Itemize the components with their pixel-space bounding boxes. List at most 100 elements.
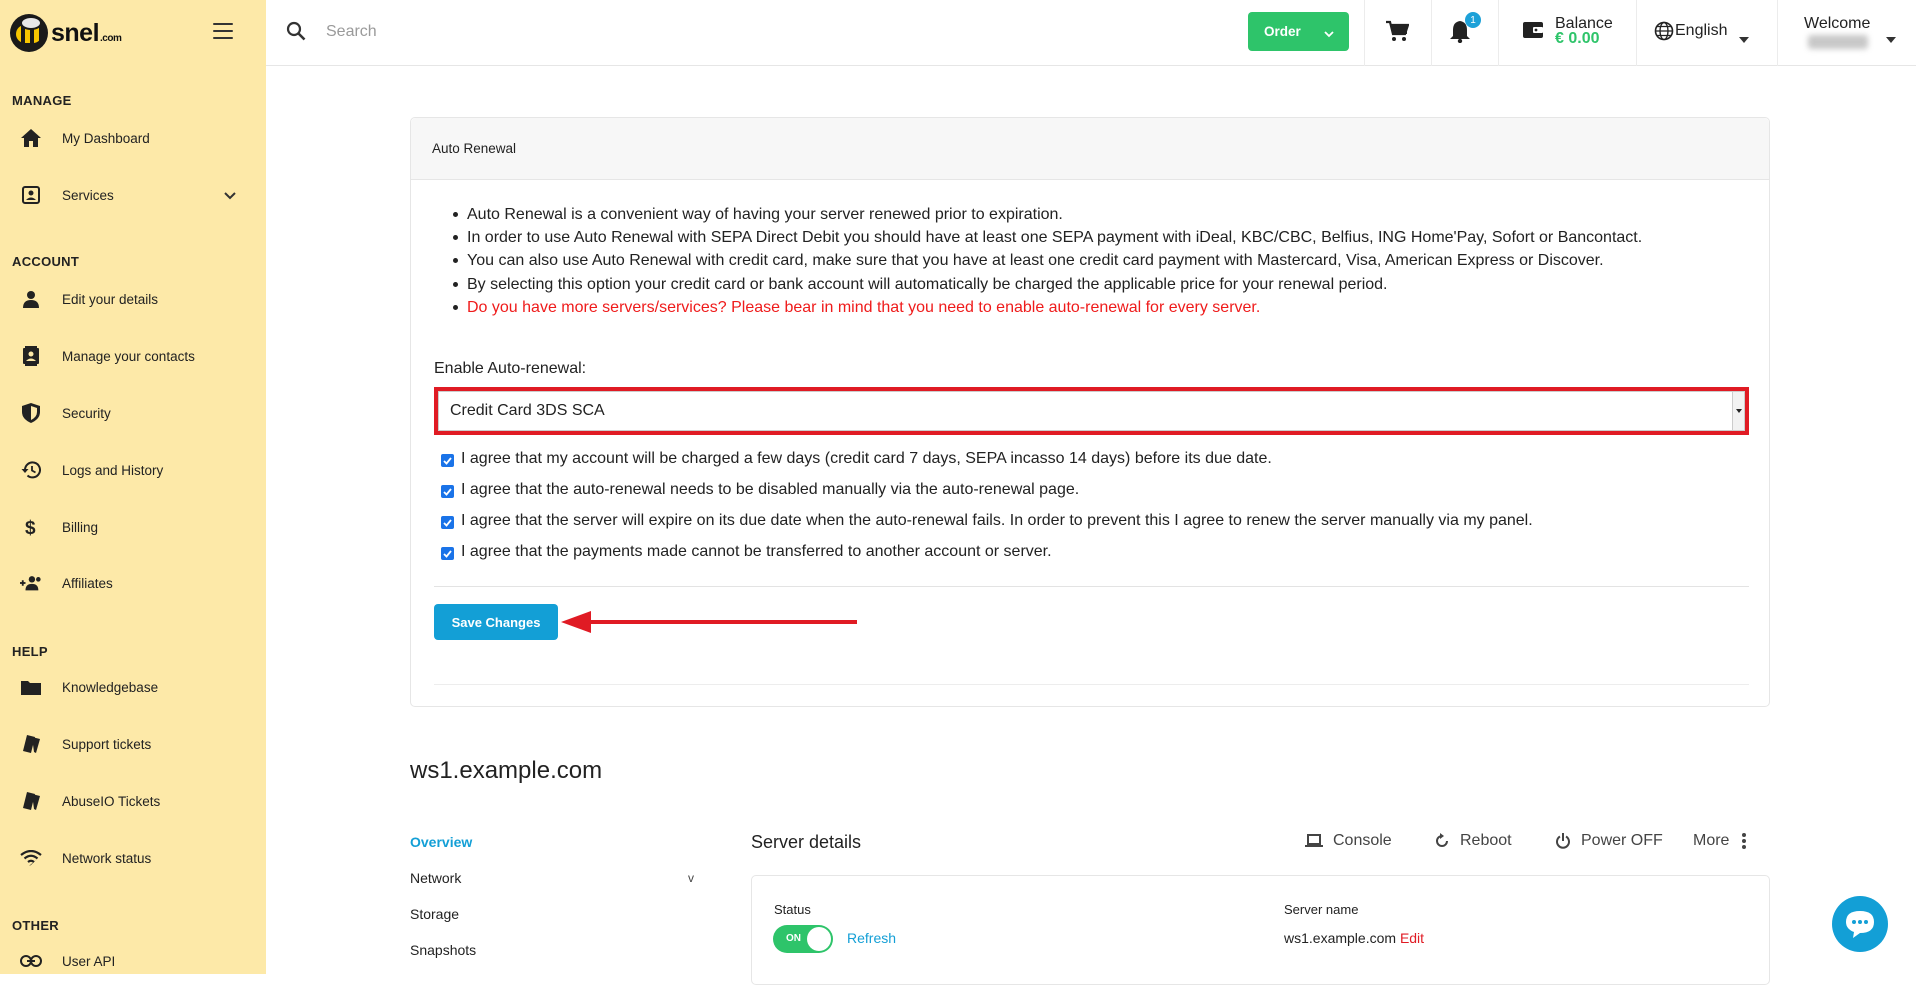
menu-toggle-icon[interactable]	[213, 23, 233, 39]
divider	[434, 586, 1749, 587]
console-label: Console	[1333, 832, 1392, 849]
info-list: Auto Renewal is a convenient way of havi…	[451, 203, 1751, 319]
agreement-row: I agree that the payments made cannot be…	[441, 543, 1052, 561]
agreement-row: I agree that the auto-renewal needs to b…	[441, 481, 1079, 499]
server-hostname-title: ws1.example.com	[410, 757, 603, 784]
agreement-checkbox[interactable]	[441, 485, 454, 498]
agreement-text: I agree that the server will expire on i…	[461, 512, 1533, 529]
caret-down-icon	[1886, 30, 1896, 48]
power-off-button[interactable]: Power OFF	[1555, 832, 1663, 850]
sidebar-item-services[interactable]: Services	[0, 175, 266, 215]
chat-bubble-icon	[1846, 911, 1874, 938]
agreement-text: I agree that the auto-renewal needs to b…	[461, 481, 1080, 498]
list-item: By selecting this option your credit car…	[451, 273, 1751, 296]
sidebar-item-logs[interactable]: Logs and History	[0, 450, 266, 490]
agreement-checkbox[interactable]	[441, 547, 454, 560]
search-icon[interactable]	[286, 21, 306, 46]
subnav-overview[interactable]: Overview	[410, 834, 472, 850]
warning-item: Do you have more servers/services? Pleas…	[451, 296, 1751, 319]
cart-icon[interactable]	[1385, 20, 1410, 47]
red-arrow-annotation	[561, 610, 861, 639]
power-icon	[1556, 833, 1570, 849]
sidebar-item-edit-details[interactable]: Edit your details	[0, 279, 266, 319]
sidebar-item-network[interactable]: Network status	[0, 838, 266, 878]
section-account: ACCOUNT	[12, 254, 80, 269]
logo[interactable]: snel.com	[10, 12, 122, 54]
subnav-storage[interactable]: Storage	[410, 906, 459, 922]
chevron-down-icon[interactable]: v	[688, 871, 694, 885]
subnav-snapshots[interactable]: Snapshots	[410, 942, 476, 958]
server-name-label: Server name	[1284, 902, 1359, 917]
sidebar-item-label: Services	[62, 187, 114, 203]
sidebar-item-label: Affiliates	[62, 575, 113, 591]
server-name-value: ws1.example.com Edit	[1284, 930, 1424, 946]
balance-value[interactable]: € 0.00	[1555, 30, 1599, 48]
sidebar-item-abuseio[interactable]: AbuseIO Tickets	[0, 781, 266, 821]
list-item: You can also use Auto Renewal with credi…	[451, 249, 1751, 272]
subnav-network[interactable]: Network	[410, 870, 461, 886]
power-off-label: Power OFF	[1581, 832, 1663, 849]
divider	[1636, 0, 1637, 66]
reboot-icon	[1436, 833, 1448, 847]
status-label: Status	[774, 902, 811, 917]
sidebar-item-label: Knowledgebase	[62, 679, 159, 695]
globe-icon[interactable]	[1654, 21, 1674, 46]
agreement-row: I agree that the server will expire on i…	[441, 512, 1533, 530]
agreement-checkbox[interactable]	[441, 454, 454, 467]
contacts-icon	[20, 345, 42, 367]
agreement-text: I agree that my account will be charged …	[461, 450, 1272, 467]
sidebar: snel.com MANAGE My Dashboard Services AC…	[0, 0, 266, 974]
divider	[434, 684, 1749, 685]
divider	[1431, 0, 1432, 66]
sidebar-item-label: My Dashboard	[62, 130, 150, 146]
reboot-label: Reboot	[1460, 832, 1512, 849]
group-add-icon	[20, 572, 42, 594]
reboot-button[interactable]: Reboot	[1434, 832, 1512, 850]
caret-down-icon	[1739, 30, 1749, 48]
order-button[interactable]: Order	[1248, 12, 1349, 51]
shield-icon	[20, 402, 42, 424]
sidebar-item-security[interactable]: Security	[0, 393, 266, 433]
agreement-row: I agree that my account will be charged …	[441, 450, 1272, 468]
sidebar-item-label: User API	[62, 953, 116, 969]
sidebar-item-dashboard[interactable]: My Dashboard	[0, 118, 266, 158]
section-manage: MANAGE	[12, 93, 72, 108]
sidebar-item-user-api[interactable]: User API	[0, 941, 266, 981]
divider	[1364, 0, 1365, 66]
power-toggle[interactable]: ON	[773, 925, 833, 953]
language-selector[interactable]: English	[1675, 22, 1727, 40]
tickets-icon	[20, 790, 42, 812]
chevron-down-icon	[224, 187, 236, 205]
list-item: Auto Renewal is a convenient way of havi…	[451, 203, 1751, 226]
sidebar-item-label: Support tickets	[62, 736, 152, 752]
server-details-card	[751, 875, 1770, 985]
edit-link[interactable]: Edit	[1400, 930, 1424, 946]
server-name-text: ws1.example.com	[1284, 930, 1397, 946]
divider	[1498, 0, 1499, 66]
sidebar-item-label: AbuseIO Tickets	[62, 793, 161, 809]
refresh-link[interactable]: Refresh	[847, 930, 896, 946]
console-button[interactable]: Console	[1305, 832, 1392, 850]
sidebar-item-support[interactable]: Support tickets	[0, 724, 266, 764]
user-menu[interactable]: Welcome	[1804, 15, 1870, 33]
more-menu-button[interactable]: More	[1693, 832, 1747, 850]
dollar-icon: $	[20, 516, 42, 538]
search-input[interactable]	[326, 18, 926, 46]
more-label: More	[1693, 832, 1730, 849]
auto-renewal-select[interactable]: Credit Card 3DS SCA	[438, 391, 1745, 431]
sidebar-item-label: Billing	[62, 519, 99, 535]
sidebar-item-knowledgebase[interactable]: Knowledgebase	[0, 667, 266, 707]
sidebar-item-label: Network status	[62, 850, 152, 866]
agreement-checkbox[interactable]	[441, 516, 454, 529]
order-button-label: Order	[1264, 24, 1301, 39]
sidebar-item-billing[interactable]: $ Billing	[0, 507, 266, 547]
logo-text: snel	[51, 18, 100, 47]
wallet-icon[interactable]	[1522, 20, 1544, 45]
enable-auto-renewal-label: Enable Auto-renewal:	[434, 360, 587, 377]
save-changes-button[interactable]: Save Changes	[434, 604, 558, 640]
sidebar-item-affiliates[interactable]: Affiliates	[0, 563, 266, 603]
chat-button[interactable]	[1832, 896, 1888, 952]
chevron-down-icon	[1324, 26, 1334, 41]
sidebar-item-contacts[interactable]: Manage your contacts	[0, 336, 266, 376]
notification-badge: 1	[1465, 12, 1481, 28]
